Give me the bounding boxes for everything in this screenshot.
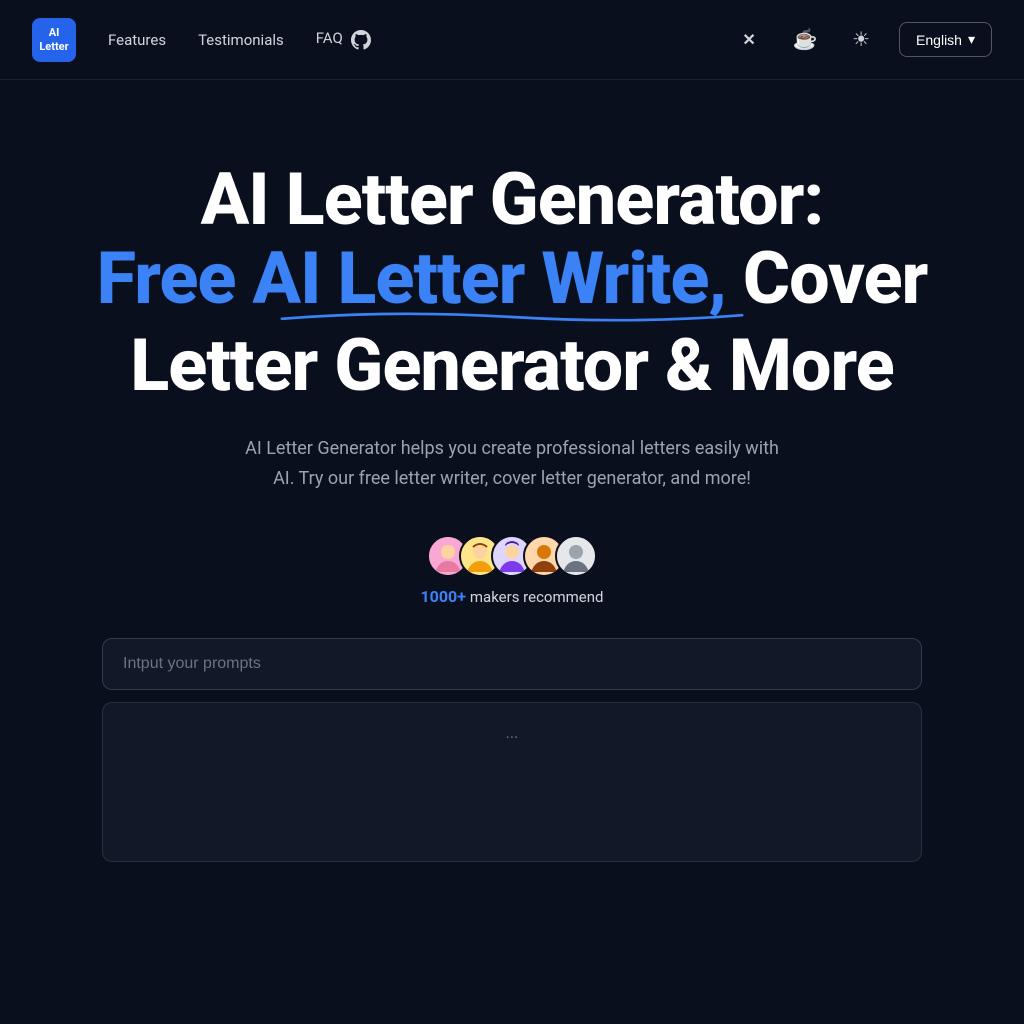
nav-links: Features Testimonials FAQ [108, 29, 731, 49]
language-label: English [916, 32, 962, 48]
hero-title-line1: AI Letter Generator: [97, 160, 928, 239]
nav-link-testimonials[interactable]: Testimonials [198, 31, 284, 49]
x-icon: ✕ [742, 30, 755, 50]
navbar: AILetter Features Testimonials FAQ ✕ ☕ ☀… [0, 0, 1024, 80]
hero-heading: AI Letter Generator: Free AI Letter Writ… [97, 160, 928, 406]
output-placeholder: ... [506, 723, 519, 742]
chevron-down-icon: ▾ [968, 31, 975, 48]
social-proof-label: makers recommend [470, 588, 604, 606]
output-area: ... [102, 702, 922, 862]
theme-toggle-button[interactable]: ☀ [843, 22, 879, 58]
coffee-button[interactable]: ☕ [787, 22, 823, 58]
logo-link[interactable]: AILetter [32, 18, 76, 62]
twitter-button[interactable]: ✕ [731, 22, 767, 58]
input-area: ... [102, 638, 922, 862]
avatar-group [427, 535, 597, 577]
social-proof-text: 1000+ makers recommend [421, 587, 604, 606]
social-proof-count: 1000+ [421, 587, 466, 606]
hero-section: AI Letter Generator: Free AI Letter Writ… [0, 80, 1024, 862]
social-proof: 1000+ makers recommend [421, 535, 604, 606]
language-button[interactable]: English ▾ [899, 22, 992, 57]
sun-icon: ☀ [852, 27, 870, 52]
hero-title-line3: Letter Generator & More [97, 326, 928, 405]
nav-link-faq[interactable]: FAQ [316, 29, 371, 49]
logo-box: AILetter [32, 18, 76, 62]
hero-subtitle-line1: AI Letter Generator helps you create pro… [245, 438, 779, 459]
coffee-icon: ☕ [793, 27, 818, 52]
hero-title-blue: Free AI Letter Write, [97, 236, 726, 321]
hero-subtitle: AI Letter Generator helps you create pro… [245, 434, 779, 495]
nav-icons: ✕ ☕ ☀ English ▾ [731, 22, 992, 58]
logo-text-inner: AILetter [39, 26, 68, 52]
avatar-5 [555, 535, 597, 577]
prompt-input[interactable] [102, 638, 922, 690]
hero-subtitle-line2: AI. Try our free letter writer, cover le… [273, 468, 751, 489]
hero-title-white2: Cover [726, 236, 927, 321]
github-icon [351, 30, 371, 50]
hero-title-line2: Free AI Letter Write, Cover [97, 239, 928, 318]
nav-link-features[interactable]: Features [108, 31, 166, 49]
